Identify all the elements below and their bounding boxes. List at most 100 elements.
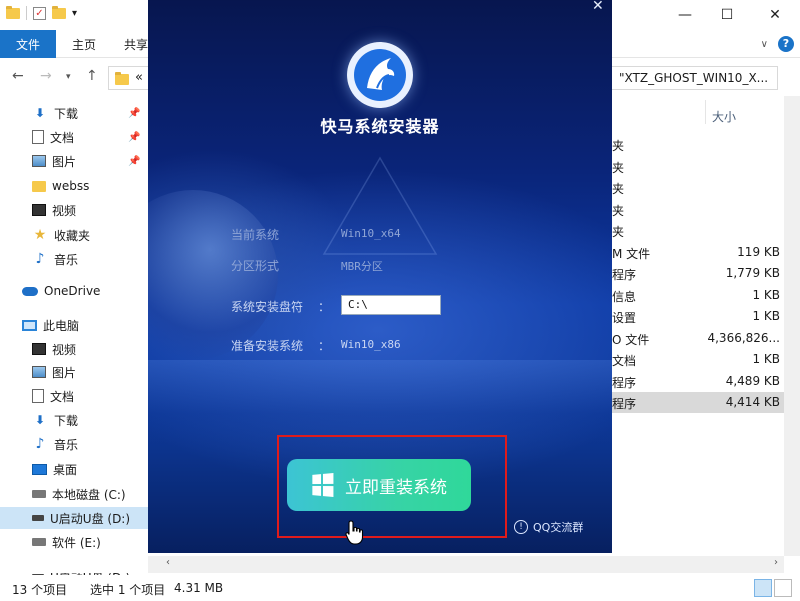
video-icon bbox=[32, 204, 46, 216]
horse-logo-icon bbox=[347, 42, 413, 108]
sidebar-item-label: 音乐 bbox=[54, 252, 79, 267]
help-icon[interactable]: ? bbox=[778, 36, 794, 52]
details-view-icon[interactable] bbox=[754, 579, 772, 597]
status-bar: 13 个项目 选中 1 个项目 4.31 MB bbox=[0, 575, 800, 601]
document-icon bbox=[32, 389, 44, 403]
file-type-cell: 夹 bbox=[612, 182, 625, 196]
pin-icon: 📌 bbox=[128, 155, 141, 167]
file-row[interactable]: 夹 bbox=[610, 156, 800, 177]
file-size-cell: 1 KB bbox=[752, 352, 780, 366]
large-icons-view-icon[interactable] bbox=[774, 579, 792, 597]
tab-file[interactable]: 文件 bbox=[0, 30, 56, 58]
install-drive-label: 系统安装盘符 bbox=[231, 300, 304, 314]
status-item-count: 13 个项目 bbox=[12, 583, 68, 597]
sidebar-item-label: U启动U盘 (D:) bbox=[50, 511, 131, 526]
sidebar-item[interactable]: 文档 bbox=[0, 385, 148, 407]
column-header-size[interactable]: 大小 bbox=[712, 100, 736, 132]
file-size-cell: 4,414 KB bbox=[725, 395, 780, 409]
recent-locations-chevron-icon[interactable]: ▾ bbox=[66, 72, 71, 82]
file-row[interactable]: M 文件 119 KB bbox=[610, 242, 800, 263]
tab-share[interactable]: 共享 bbox=[124, 30, 148, 58]
sidebar-item-label: 文档 bbox=[50, 389, 75, 404]
up-arrow-icon[interactable]: ↑ bbox=[86, 68, 98, 84]
sidebar-item-label: 音乐 bbox=[54, 437, 79, 452]
sidebar-item[interactable]: ♪ 音乐 bbox=[0, 433, 148, 455]
file-row[interactable]: O 文件 4,366,826... bbox=[610, 328, 800, 349]
forward-arrow-icon[interactable]: → bbox=[40, 68, 52, 84]
computer-icon bbox=[22, 319, 37, 331]
scroll-left-icon[interactable]: ‹ bbox=[166, 557, 170, 568]
target-system-colon: ： bbox=[318, 339, 331, 353]
scroll-right-icon[interactable]: › bbox=[774, 557, 778, 568]
back-arrow-icon[interactable]: ← bbox=[12, 68, 24, 84]
status-selected-count: 选中 1 个项目 bbox=[90, 583, 166, 597]
sidebar-item[interactable]: 桌面 bbox=[0, 458, 148, 480]
file-type-cell: 夹 bbox=[612, 225, 625, 239]
install-drive-field[interactable]: C:\ bbox=[341, 295, 441, 315]
sidebar-item[interactable]: ⬇ 下载 bbox=[0, 409, 148, 431]
expand-ribbon-chevron-icon[interactable]: ∨ bbox=[761, 39, 768, 50]
file-size-cell: 1 KB bbox=[752, 309, 780, 323]
horizontal-scrollbar[interactable]: ‹ › bbox=[148, 556, 784, 573]
partition-type-label: 分区形式 bbox=[231, 259, 280, 273]
minimize-button[interactable]: — bbox=[662, 0, 708, 30]
sidebar-item[interactable]: 文档 📌 bbox=[0, 126, 148, 148]
properties-icon[interactable]: ✓ bbox=[33, 6, 46, 20]
sidebar-item[interactable]: OneDrive bbox=[0, 280, 148, 302]
folder-icon bbox=[6, 5, 20, 19]
sidebar-item-label: 图片 bbox=[52, 154, 77, 169]
file-type-cell: M 文件 bbox=[612, 246, 651, 261]
file-type-cell: 夹 bbox=[612, 203, 625, 218]
file-row[interactable]: 夹 bbox=[610, 220, 800, 241]
folder-icon bbox=[115, 72, 129, 85]
folder-icon bbox=[32, 180, 46, 192]
sidebar-item[interactable]: 图片 📌 bbox=[0, 150, 148, 172]
sidebar-item-label: 本地磁盘 (C:) bbox=[52, 487, 126, 502]
file-size-cell: 1 KB bbox=[752, 287, 780, 302]
sidebar-item[interactable]: 图片 bbox=[0, 361, 148, 383]
sidebar-item[interactable]: 视频 bbox=[0, 338, 148, 360]
music-note-icon: ♪ bbox=[35, 436, 45, 452]
maximize-button[interactable]: ☐ bbox=[704, 0, 750, 30]
hand-cursor-icon bbox=[345, 520, 364, 545]
address-path-current[interactable]: "XTZ_GHOST_WIN10_X... bbox=[619, 71, 768, 85]
new-folder-icon[interactable] bbox=[52, 5, 66, 19]
qq-group-link[interactable]: ! QQ交流群 bbox=[514, 519, 583, 535]
file-row[interactable]: 文档 1 KB bbox=[610, 349, 800, 370]
document-icon bbox=[32, 130, 44, 144]
sidebar-item[interactable]: ⬇ 下载 📌 bbox=[0, 102, 148, 124]
sidebar-item[interactable]: ♪ 音乐 bbox=[0, 248, 148, 270]
file-row[interactable]: 程序 4,489 KB bbox=[610, 371, 800, 392]
sidebar-item-label: OneDrive bbox=[44, 284, 101, 298]
file-row[interactable]: 夹 bbox=[610, 134, 800, 155]
installer-close-button[interactable]: ✕ bbox=[592, 0, 604, 14]
close-button[interactable]: ✕ bbox=[752, 0, 798, 30]
file-row[interactable]: 夹 bbox=[610, 199, 800, 220]
planet-background bbox=[148, 190, 278, 360]
column-divider[interactable] bbox=[705, 100, 706, 124]
sidebar-item[interactable]: webss bbox=[0, 175, 148, 197]
sidebar-item-label: 视频 bbox=[52, 342, 77, 357]
file-row[interactable]: 程序 1,779 KB bbox=[610, 263, 800, 284]
pin-icon: 📌 bbox=[128, 131, 141, 143]
customize-toolbar-chevron-icon[interactable]: ▾ bbox=[72, 8, 77, 19]
file-row[interactable]: 程序 4,414 KB bbox=[610, 392, 800, 413]
sidebar-item[interactable]: ★ 收藏夹 bbox=[0, 224, 148, 246]
pin-icon: 📌 bbox=[128, 107, 141, 119]
file-row[interactable]: 设置 1 KB bbox=[610, 306, 800, 327]
sidebar-item[interactable]: 本地磁盘 (C:) bbox=[0, 483, 148, 505]
file-row[interactable]: 夹 bbox=[610, 177, 800, 198]
file-row[interactable]: 信息 1 KB bbox=[610, 285, 800, 306]
sidebar-item[interactable]: 视频 bbox=[0, 199, 148, 221]
sidebar-item[interactable]: U启动U盘 (D:) bbox=[0, 507, 148, 529]
sidebar-item[interactable]: 此电脑 bbox=[0, 314, 148, 336]
vertical-scrollbar[interactable] bbox=[784, 96, 800, 556]
tab-home[interactable]: 主页 bbox=[72, 30, 96, 58]
address-path-overflow[interactable]: « bbox=[135, 70, 143, 85]
current-system-label: 当前系统 bbox=[231, 228, 280, 242]
sidebar-item[interactable]: 软件 (E:) bbox=[0, 531, 148, 553]
partition-type-value: MBR分区 bbox=[341, 260, 383, 273]
sidebar-item-label: 收藏夹 bbox=[54, 228, 91, 243]
current-system-value: Win10_x64 bbox=[341, 227, 401, 240]
nav-pane-bottom bbox=[0, 556, 148, 573]
